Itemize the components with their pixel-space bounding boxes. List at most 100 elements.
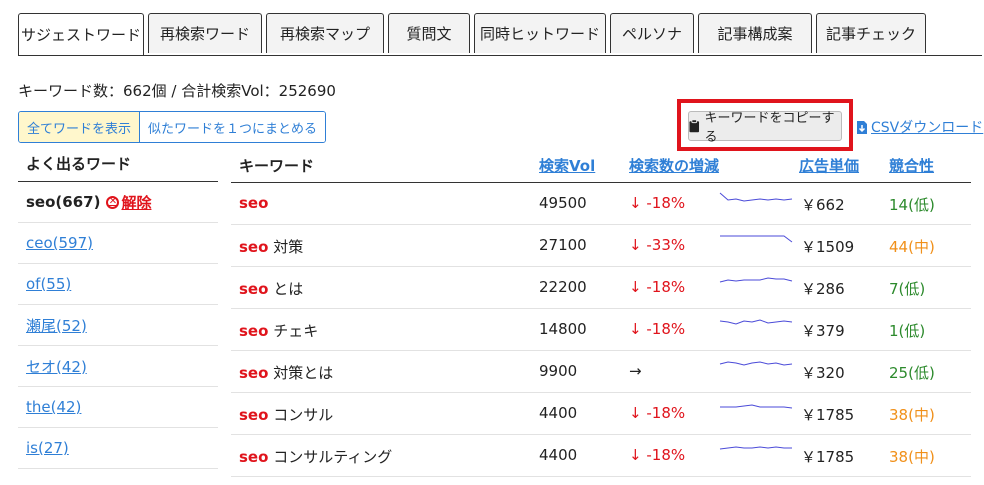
- file-download-icon: [857, 120, 867, 134]
- keyword-highlight: seo: [239, 364, 269, 382]
- volume-cell: 27100: [539, 236, 587, 254]
- trend-cell: ↓ -18%: [629, 278, 685, 296]
- sort-trend-link[interactable]: 検索数の増減: [629, 157, 719, 175]
- competition-cell: 14(低): [889, 196, 935, 214]
- cpc-cell: ￥1785: [801, 448, 855, 466]
- volume-cell: 14800: [539, 320, 587, 338]
- keyword-table-header: キーワード 検索Vol 検索数の増減 広告単価 競合性: [231, 146, 971, 183]
- clear-filter-label: 解除: [121, 193, 152, 212]
- keyword-rest: 対策: [268, 238, 304, 256]
- competition-cell: 38(中): [889, 406, 935, 424]
- trend-cell: →: [629, 362, 642, 380]
- competition-cell: 7(低): [889, 280, 926, 298]
- frequent-word-row: is(27): [18, 428, 218, 469]
- frequent-word-row: seo(667) ✕ 解除: [18, 182, 218, 223]
- tab-questions[interactable]: 質問文: [388, 13, 470, 53]
- csv-download-link[interactable]: CSVダウンロード: [856, 117, 983, 137]
- keyword-cell: seo コンサル: [239, 404, 333, 425]
- copy-keywords-label: キーワードをコピーする: [704, 111, 835, 145]
- trend-sparkline: [719, 361, 793, 366]
- display-mode-toggle: 全てワードを表示 似たワードを１つにまとめる: [18, 111, 327, 143]
- trend-arrow-icon: ↓: [629, 236, 642, 254]
- frequent-word-link[interactable]: 瀬尾(52): [26, 315, 87, 336]
- table-row: seo 49500 ↓ -18% ￥662 14(低): [231, 183, 971, 225]
- keyword-highlight: seo: [239, 194, 269, 212]
- tab-persona[interactable]: ペルソナ: [610, 13, 694, 53]
- trend-cell: ↓ -18%: [629, 320, 685, 338]
- keyword-cell: seo: [239, 194, 268, 212]
- keyword-rest: とは: [268, 280, 304, 298]
- trend-sparkline: [719, 446, 792, 450]
- keyword-rest: 対策とは: [268, 364, 334, 382]
- table-row: seo 対策 27100 ↓ -33% ￥1509 44(中): [231, 225, 971, 267]
- competition-cell: 44(中): [889, 238, 935, 256]
- frequent-word-link[interactable]: ceo(597): [26, 234, 93, 252]
- tab-research-words[interactable]: 再検索ワード: [148, 13, 262, 53]
- frequent-word-row: of(55): [18, 264, 218, 305]
- group-similar-words-button[interactable]: 似たワードを１つにまとめる: [140, 112, 326, 142]
- volume-cell: 9900: [539, 362, 578, 380]
- trend-arrow-icon: ↓: [629, 278, 642, 296]
- copy-highlight-frame: キーワードをコピーする: [677, 99, 853, 151]
- competition-cell: 25(低): [889, 364, 935, 382]
- volume-cell: 49500: [539, 194, 587, 212]
- table-row: seo コンサルティング 4400 ↓ -18% ￥1785 38(中): [231, 435, 971, 477]
- frequent-word-link[interactable]: of(55): [26, 275, 71, 293]
- table-row: seo コンサル 4400 ↓ -18% ￥1785 38(中): [231, 393, 971, 435]
- keyword-cell: seo コンサルティング: [239, 446, 392, 467]
- clear-filter-button[interactable]: ✕ 解除: [106, 192, 151, 213]
- trend-arrow-icon: ↓: [629, 320, 642, 338]
- trend-arrow-icon: ↓: [629, 194, 642, 212]
- tab-bar: サジェストワード 再検索ワード 再検索マップ 質問文 同時ヒットワード ペルソナ…: [18, 13, 982, 56]
- trend-sparkline: [719, 319, 793, 325]
- keyword-highlight: seo: [239, 406, 269, 424]
- col-keyword: キーワード: [239, 157, 315, 175]
- keyword-cell: seo 対策: [239, 236, 303, 257]
- frequent-word-link[interactable]: the(42): [26, 398, 81, 416]
- cpc-cell: ￥1509: [801, 238, 855, 256]
- sort-cpc-link[interactable]: 広告単価: [799, 157, 859, 175]
- tab-research-map[interactable]: 再検索マップ: [266, 13, 384, 53]
- table-row: seo 対策とは 9900 → ￥320 25(低): [231, 351, 971, 393]
- trend-change: -18%: [646, 320, 686, 338]
- sort-competition-link[interactable]: 競合性: [889, 157, 934, 175]
- tab-article-outline[interactable]: 記事構成案: [698, 13, 812, 53]
- tab-article-check[interactable]: 記事チェック: [816, 13, 926, 53]
- show-all-words-button[interactable]: 全てワードを表示: [19, 112, 141, 142]
- keyword-cell: seo 対策とは: [239, 362, 333, 383]
- trend-sparkline: [720, 235, 793, 243]
- keyword-highlight: seo: [239, 322, 269, 340]
- keyword-highlight: seo: [239, 280, 269, 298]
- volume-cell: 4400: [539, 404, 578, 422]
- tab-cohit-words[interactable]: 同時ヒットワード: [474, 13, 606, 53]
- trend-change: -18%: [646, 278, 686, 296]
- frequent-word-row: セオ(42): [18, 346, 218, 387]
- sort-volume-link[interactable]: 検索Vol: [539, 157, 595, 175]
- cpc-cell: ￥286: [801, 280, 845, 298]
- trend-cell: ↓ -18%: [629, 194, 685, 212]
- keyword-rest: コンサルティング: [268, 448, 393, 466]
- keyword-rest: コンサル: [268, 406, 334, 424]
- csv-download-label: CSVダウンロード: [871, 120, 984, 136]
- trend-cell: ↓ -18%: [629, 404, 685, 422]
- trend-sparkline: [719, 277, 793, 283]
- trend-cell: ↓ -33%: [629, 236, 685, 254]
- keyword-rest: チェキ: [268, 322, 319, 340]
- frequent-word-link[interactable]: is(27): [26, 439, 69, 457]
- tab-suggest[interactable]: サジェストワード: [18, 13, 144, 55]
- volume-cell: 22200: [539, 278, 587, 296]
- trend-arrow-icon: ↓: [629, 404, 642, 422]
- frequent-words-header: よく出るワード: [18, 146, 218, 182]
- trend-cell: ↓ -18%: [629, 446, 685, 464]
- keyword-highlight: seo: [239, 448, 269, 466]
- competition-cell: 38(中): [889, 448, 935, 466]
- keyword-summary: キーワード数：662個 / 合計検索Vol：252690: [18, 82, 336, 100]
- table-row: seo チェキ 14800 ↓ -18% ￥379 1(低): [231, 309, 971, 351]
- frequent-word-link[interactable]: セオ(42): [26, 356, 87, 377]
- frequent-words-table: よく出るワード seo(667) ✕ 解除 ceo(597) of(55) 瀬尾…: [18, 146, 218, 469]
- frequent-word-row: ceo(597): [18, 223, 218, 264]
- cpc-cell: ￥320: [801, 364, 845, 382]
- current-filter-word: seo(667): [26, 193, 101, 211]
- copy-keywords-button[interactable]: キーワードをコピーする: [688, 111, 842, 145]
- trend-sparkline: [719, 192, 793, 202]
